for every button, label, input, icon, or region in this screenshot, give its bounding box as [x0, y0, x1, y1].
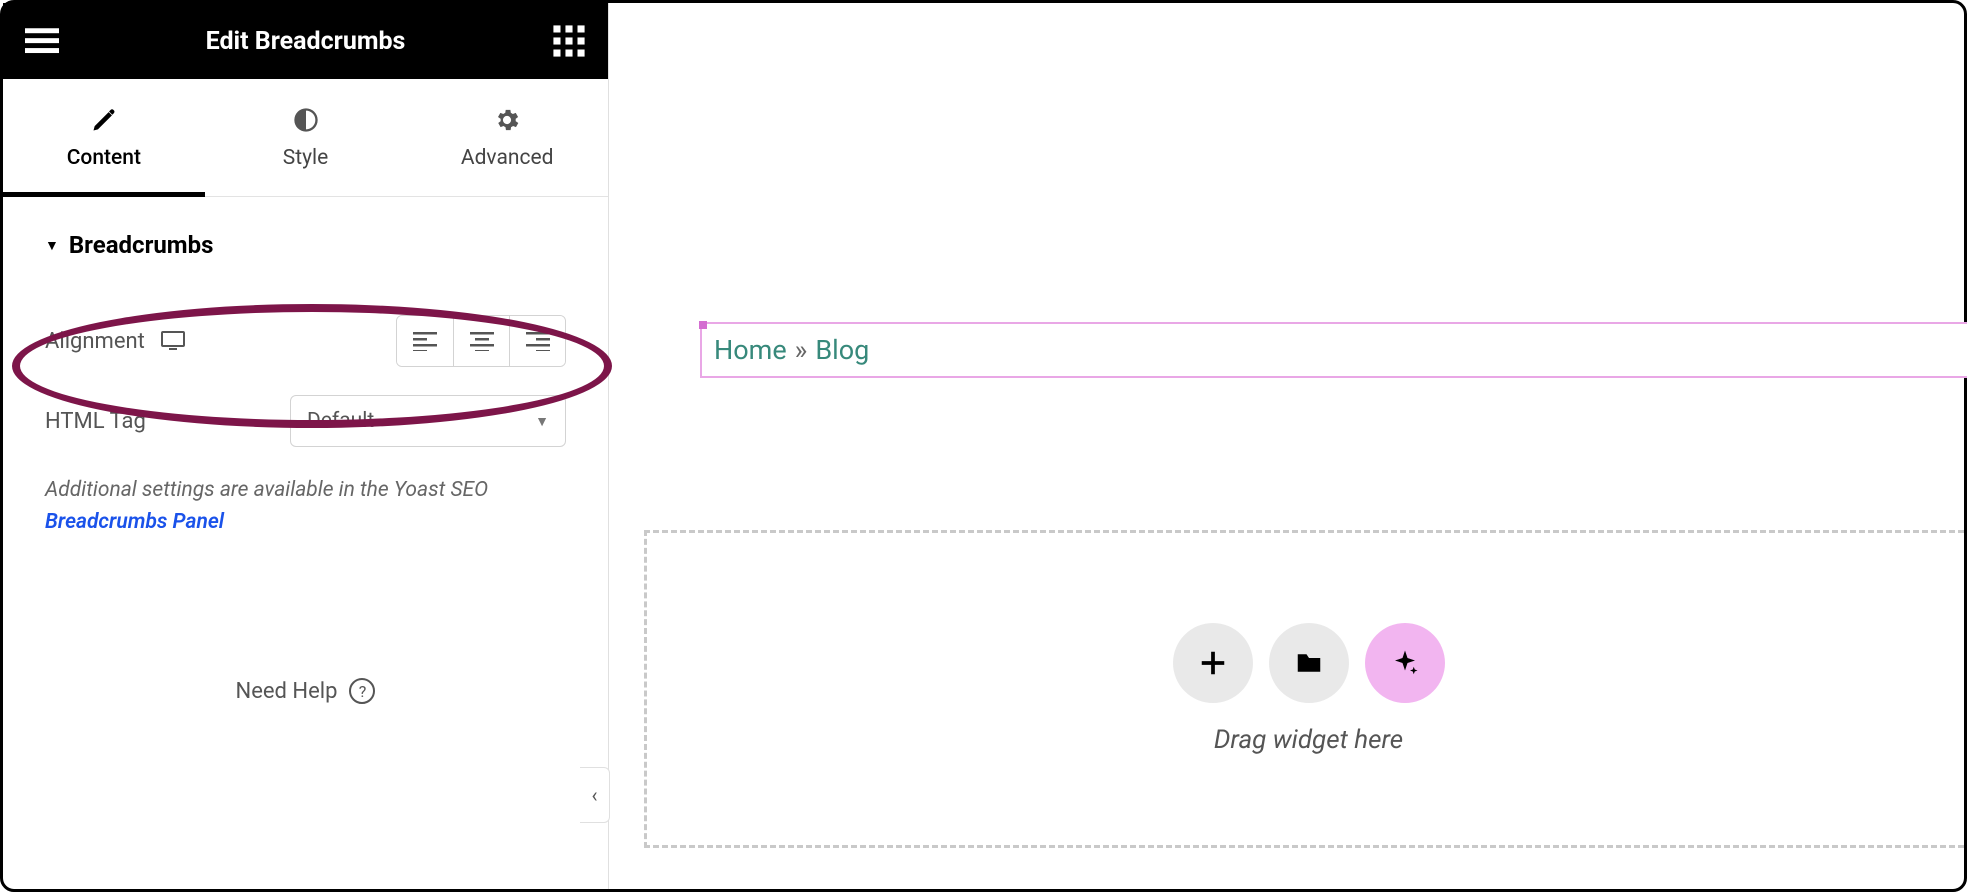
- gear-icon: [493, 106, 521, 134]
- alignment-label: Alignment: [45, 329, 185, 354]
- need-help-link[interactable]: Need Help ?: [45, 678, 566, 704]
- question-icon: ?: [349, 678, 375, 704]
- widget-dropzone[interactable]: Drag widget here: [644, 530, 1967, 848]
- html-tag-select[interactable]: Default ▼: [290, 395, 566, 447]
- tab-content[interactable]: Content: [3, 79, 205, 196]
- align-left-icon: [413, 331, 437, 351]
- tab-label: Style: [283, 146, 329, 170]
- breadcrumb-current: Blog: [815, 334, 869, 366]
- chevron-down-icon: ▼: [535, 413, 549, 430]
- folder-icon: [1294, 648, 1324, 678]
- control-row-html-tag: HTML Tag Default ▼: [45, 395, 566, 447]
- pencil-icon: [90, 106, 118, 134]
- dropzone-actions: [1173, 623, 1445, 703]
- align-center-button[interactable]: [453, 316, 509, 366]
- tab-advanced[interactable]: Advanced: [406, 79, 608, 196]
- section-toggle-breadcrumbs[interactable]: ▼ Breadcrumbs: [45, 231, 566, 259]
- html-tag-label: HTML Tag: [45, 409, 146, 434]
- control-row-alignment: Alignment: [45, 315, 566, 367]
- chevron-left-icon: ‹: [591, 783, 597, 807]
- align-right-icon: [526, 331, 550, 351]
- alignment-button-group: [396, 315, 566, 367]
- panel-tabs: Content Style Advanced: [3, 79, 608, 197]
- settings-note: Additional settings are available in the…: [45, 475, 566, 538]
- tab-style[interactable]: Style: [205, 79, 407, 196]
- align-left-button[interactable]: [397, 316, 453, 366]
- sparkle-icon: [1390, 648, 1420, 678]
- ai-button[interactable]: [1365, 623, 1445, 703]
- breadcrumb-separator: »: [795, 334, 808, 366]
- editor-panel: Edit Breadcrumbs Content Style Advance: [3, 3, 609, 889]
- caret-down-icon: ▼: [45, 237, 59, 254]
- section-title: Breadcrumbs: [69, 231, 214, 259]
- panel-collapse-handle[interactable]: ‹: [580, 767, 610, 823]
- add-widget-button[interactable]: [1173, 623, 1253, 703]
- breadcrumb-link-home[interactable]: Home: [714, 334, 787, 366]
- folder-button[interactable]: [1269, 623, 1349, 703]
- dropzone-label: Drag widget here: [1214, 725, 1403, 755]
- panel-title: Edit Breadcrumbs: [206, 27, 406, 56]
- align-center-icon: [470, 331, 494, 351]
- menu-icon[interactable]: [25, 24, 59, 58]
- apps-icon[interactable]: [552, 24, 586, 58]
- contrast-icon: [292, 106, 320, 134]
- breadcrumb-widget[interactable]: Home » Blog: [700, 322, 1967, 378]
- align-right-button[interactable]: [509, 316, 565, 366]
- help-label: Need Help: [236, 679, 338, 704]
- tab-label: Advanced: [461, 146, 554, 170]
- desktop-icon[interactable]: [161, 330, 185, 352]
- panel-header: Edit Breadcrumbs: [3, 3, 608, 79]
- tab-label: Content: [67, 146, 141, 170]
- breadcrumbs-panel-link[interactable]: Breadcrumbs Panel: [45, 510, 224, 534]
- controls-area: ▼ Breadcrumbs Alignment: [3, 197, 608, 724]
- select-value: Default: [307, 409, 374, 433]
- plus-icon: [1198, 648, 1228, 678]
